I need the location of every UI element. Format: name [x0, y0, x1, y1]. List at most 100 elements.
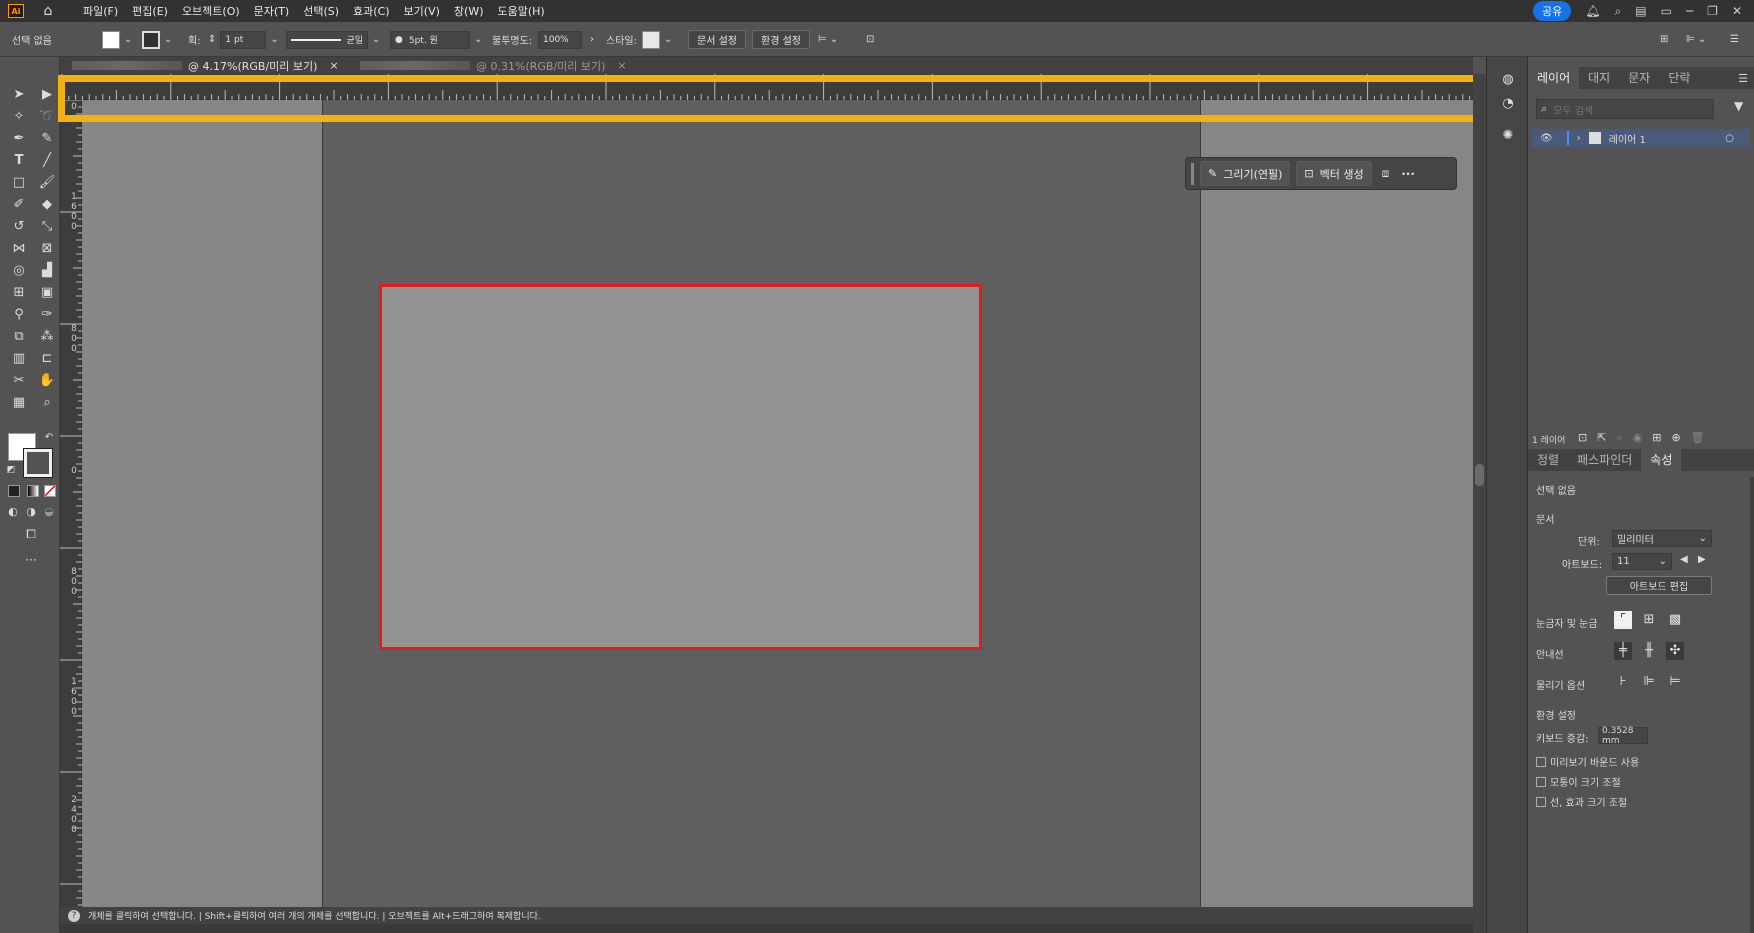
gradient-tool-icon[interactable]: ▣ — [38, 284, 56, 302]
brush-select[interactable]: ● 5pt. 원 ⌄ — [390, 30, 482, 49]
snap-to-point-icon[interactable]: ⊦ — [1614, 673, 1632, 691]
keyboard-increment-field[interactable]: 0.3528 mm — [1598, 726, 1648, 746]
tab-properties[interactable]: 속성 — [1641, 449, 1682, 471]
pen-tool-icon[interactable]: ✒ — [10, 130, 28, 148]
vertical-scrollbar[interactable] — [1473, 74, 1486, 933]
tab-align[interactable]: 정렬 — [1528, 449, 1568, 471]
units-select[interactable]: 밀리미터 ⌄ — [1612, 530, 1712, 547]
layer-name[interactable]: 레이어 1 — [1609, 131, 1646, 146]
opacity-value[interactable]: 100% — [538, 30, 582, 49]
shape-builder-tool-icon[interactable]: ◎ — [10, 262, 28, 280]
direct-selection-tool-icon[interactable]: ▶ — [38, 86, 56, 104]
blend-tool-icon[interactable]: ⧉ — [10, 328, 28, 346]
rotate-tool-icon[interactable]: ↺ — [10, 218, 28, 236]
target-icon[interactable]: ○ — [1725, 133, 1734, 144]
column-graph-tool-icon[interactable]: ▥ — [10, 350, 28, 368]
zoom-tool-icon[interactable]: ⌕ — [38, 394, 56, 412]
bell-icon[interactable]: 🔔︎ — [1585, 4, 1600, 18]
preferences-button[interactable]: 환경 설정 — [752, 30, 810, 49]
workspace-icon[interactable]: ▭ — [1661, 4, 1672, 18]
search-icon[interactable]: ⌕ — [1615, 4, 1622, 19]
draw-normal-icon[interactable]: ◐ — [4, 503, 22, 521]
lock-guides-icon[interactable]: ╫ — [1640, 642, 1658, 660]
menu-window[interactable]: 창(W) — [447, 3, 491, 19]
default-colors-icon[interactable]: ◩ — [2, 461, 20, 479]
visibility-eye-icon[interactable]: 👁︎ — [1540, 133, 1553, 144]
document-setup-button[interactable]: 문서 설정 — [688, 30, 746, 49]
distribute-icon[interactable]: ⊫ ⌄ — [1686, 30, 1706, 49]
snap-to-glyph-icon[interactable]: ⊨ — [1666, 673, 1684, 691]
stroke-weight-value[interactable]: 1 pt — [220, 30, 267, 49]
restore-icon[interactable]: ❐ — [1707, 4, 1718, 18]
transparency-grid-icon[interactable]: ▩ — [1666, 611, 1684, 629]
new-sublayer-icon[interactable]: ⊞ — [1652, 431, 1661, 445]
lasso-tool-icon[interactable]: ➰ — [38, 108, 56, 126]
snap-to-pixel-icon[interactable]: ⊫ — [1640, 673, 1658, 691]
color-mode-icon[interactable] — [8, 485, 20, 497]
arrange-icon[interactable]: ⊞ — [1660, 30, 1668, 49]
color-panel-icon[interactable]: ◍ — [1499, 71, 1517, 89]
image-settings-icon[interactable]: ⧈ — [1382, 166, 1390, 181]
print-tiling-tool-icon[interactable]: ▦ — [10, 394, 28, 412]
show-grid-icon[interactable]: ⊞ — [1640, 611, 1658, 629]
canvas-area[interactable] — [82, 100, 1473, 908]
shaper-tool-icon[interactable]: ✐ — [10, 196, 28, 214]
eraser-tool-icon[interactable]: ◆ — [38, 196, 56, 214]
align-icon[interactable]: ⊨ ⌄ — [818, 30, 838, 49]
screen-mode-icon[interactable]: ⧠ — [22, 525, 40, 543]
scrollbar-thumb[interactable] — [1475, 464, 1484, 486]
generate-vector-button[interactable]: ⊡ 벡터 생성 — [1296, 161, 1372, 186]
hand-tool-icon[interactable]: ✋ — [38, 372, 56, 390]
fill-swatch[interactable]: ⌄ — [102, 30, 132, 49]
draw-pencil-button[interactable]: ✎ 그리기(연필) — [1200, 161, 1291, 186]
tab-paragraph[interactable]: 단락 — [1659, 67, 1699, 89]
panel-menu-icon[interactable]: ☰ — [1730, 30, 1739, 49]
paintbrush-tool-icon[interactable]: 🖌︎ — [38, 174, 56, 192]
swap-colors-icon[interactable]: ↶ — [40, 429, 58, 447]
generate-vector-icon[interactable]: ⊡ — [866, 30, 874, 49]
delete-icon[interactable]: 🗑︎ — [1691, 431, 1705, 445]
previous-artboard-icon[interactable]: ◀ — [1680, 554, 1688, 565]
line-tool-icon[interactable]: ╱ — [38, 152, 56, 170]
menu-view[interactable]: 보기(V) — [397, 3, 447, 19]
edit-artboards-button[interactable]: 아트보드 편집 — [1606, 576, 1712, 595]
perspective-grid-tool-icon[interactable]: ▟ — [38, 262, 56, 280]
clipping-mask-icon[interactable]: ◉ — [1633, 431, 1643, 445]
measure-tool-icon[interactable]: ✑ — [38, 306, 56, 324]
free-transform-tool-icon[interactable]: ⊠ — [38, 240, 56, 258]
curvature-tool-icon[interactable]: ✎ — [38, 130, 56, 148]
help-icon[interactable]: ? — [68, 909, 80, 922]
tab-layers[interactable]: 레이어 — [1528, 67, 1580, 89]
style-swatch[interactable]: ⌄ — [642, 30, 672, 49]
eyedropper-tool-icon[interactable]: ⚲ — [10, 306, 28, 324]
libraries-panel-icon[interactable]: ✺ — [1499, 127, 1517, 145]
layer-search-input[interactable]: ⌕ 모두 검색 — [1536, 99, 1714, 119]
edit-toolbar-icon[interactable]: ··· — [22, 551, 40, 569]
type-tool-icon[interactable]: T — [10, 152, 28, 170]
draw-inside-icon[interactable]: ◒ — [40, 503, 58, 521]
tab-document-1[interactable]: @ 4.17%(RGB/미리 보기) × — [72, 57, 339, 74]
artboard-select[interactable]: 11 ⌄ — [1612, 553, 1672, 570]
gradient-mode-icon[interactable] — [27, 485, 39, 497]
menu-edit[interactable]: 편집(E) — [125, 3, 175, 19]
slice-tool-icon[interactable]: ✂ — [10, 372, 28, 390]
layer-row[interactable]: 👁︎ › 레이어 1 ○ — [1532, 129, 1750, 147]
next-artboard-icon[interactable]: ▶ — [1698, 554, 1706, 565]
stroke-weight-field[interactable]: ⇕ 1 pt ⌄ — [208, 30, 279, 49]
selection-tool-icon[interactable]: ➤ — [10, 86, 28, 104]
scale-strokes-checkbox[interactable]: 선, 효과 크기 조절 — [1536, 794, 1627, 809]
artboard-tool-icon[interactable]: ⊏ — [38, 350, 56, 368]
filter-icon[interactable]: ▼ — [1734, 99, 1743, 113]
use-preview-bounds-checkbox[interactable]: 미리보기 바운드 사용 — [1536, 754, 1639, 769]
stroke-profile-select[interactable]: 균일 ⌄ — [286, 30, 380, 49]
symbol-sprayer-tool-icon[interactable]: ⁂ — [38, 328, 56, 346]
collect-export-icon[interactable]: ⊡ — [1578, 431, 1587, 445]
scale-corners-checkbox[interactable]: 모퉁이 크기 조절 — [1536, 774, 1621, 789]
vertical-ruler[interactable]: 0 1 6 0 0 8 0 0 0 8 0 0 1 6 0 0 2 4 0 0 — [60, 100, 82, 908]
menu-help[interactable]: 도움말(H) — [491, 3, 552, 19]
stroke-color-swatch[interactable] — [23, 448, 53, 478]
tab-pathfinder[interactable]: 패스파인더 — [1568, 449, 1641, 471]
menu-type[interactable]: 문자(T) — [247, 3, 297, 19]
none-mode-icon[interactable] — [44, 485, 56, 497]
close-icon[interactable]: ✕ — [1732, 4, 1742, 18]
